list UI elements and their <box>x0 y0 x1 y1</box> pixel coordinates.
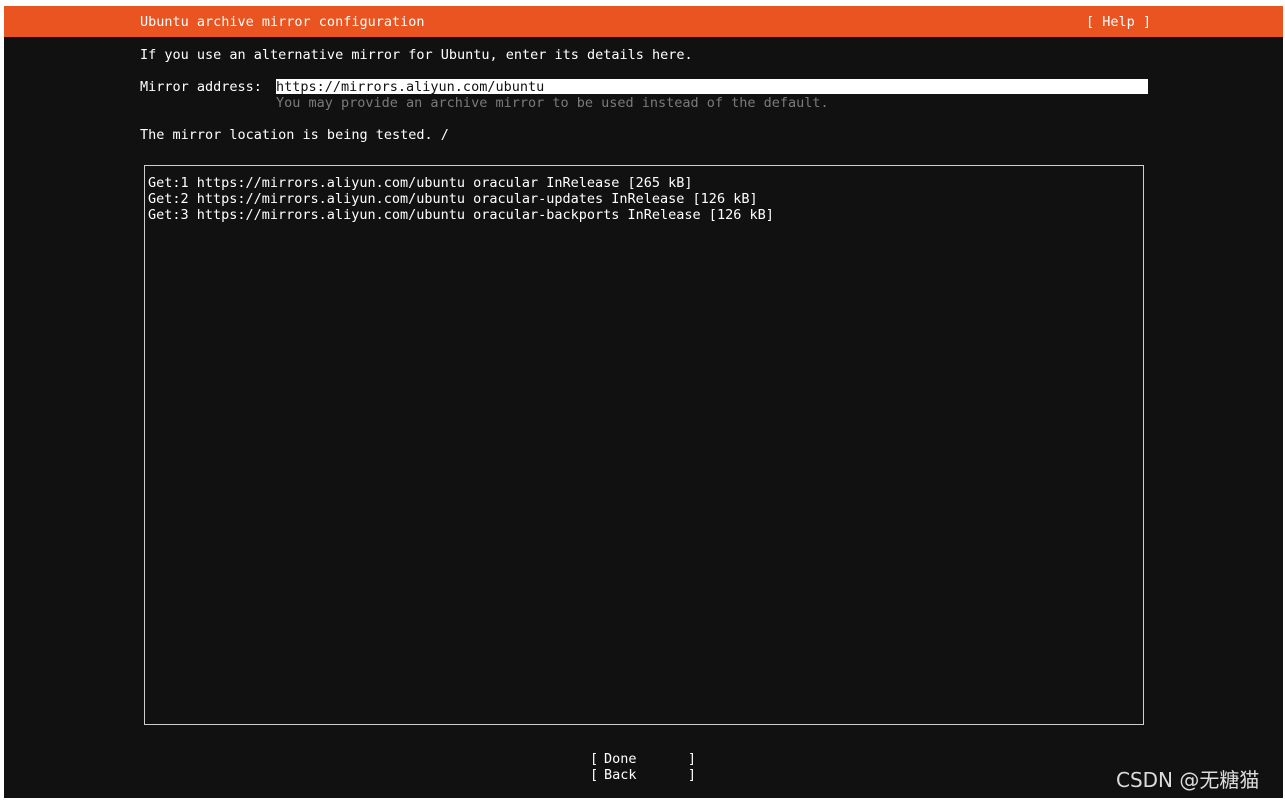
help-button[interactable]: [ Help ] <box>1086 14 1151 30</box>
page-title: Ubuntu archive mirror configuration <box>140 14 425 30</box>
mirror-address-hint: You may provide an archive mirror to be … <box>276 95 829 111</box>
title-bar: Ubuntu archive mirror configuration [ He… <box>4 6 1283 37</box>
installer-screen: Ubuntu archive mirror configuration [ He… <box>4 6 1283 798</box>
watermark: CSDN @无糖猫 <box>1116 768 1260 792</box>
log-line: Get:1 https://mirrors.aliyun.com/ubuntu … <box>148 175 693 191</box>
mirror-address-label: Mirror address: <box>140 79 262 95</box>
bracket-right: ] <box>687 767 696 783</box>
bracket-left: [ <box>590 767 599 783</box>
back-button-label: Back <box>604 767 637 783</box>
bracket-right: ] <box>687 751 696 767</box>
intro-text: If you use an alternative mirror for Ubu… <box>140 47 693 63</box>
mirror-test-log: Get:1 https://mirrors.aliyun.com/ubuntu … <box>144 165 1144 725</box>
log-lines: Get:1 https://mirrors.aliyun.com/ubuntu … <box>148 175 774 223</box>
log-line: Get:2 https://mirrors.aliyun.com/ubuntu … <box>148 191 758 207</box>
mirror-test-status: The mirror location is being tested. / <box>140 127 449 143</box>
done-button-label: Done <box>604 751 637 767</box>
back-button[interactable]: [ Back ] <box>590 767 702 783</box>
mirror-address-input[interactable]: https://mirrors.aliyun.com/ubuntu <box>276 79 1148 94</box>
bracket-left: [ <box>590 751 599 767</box>
log-line: Get:3 https://mirrors.aliyun.com/ubuntu … <box>148 207 774 223</box>
done-button[interactable]: [ Done ] <box>590 751 702 767</box>
